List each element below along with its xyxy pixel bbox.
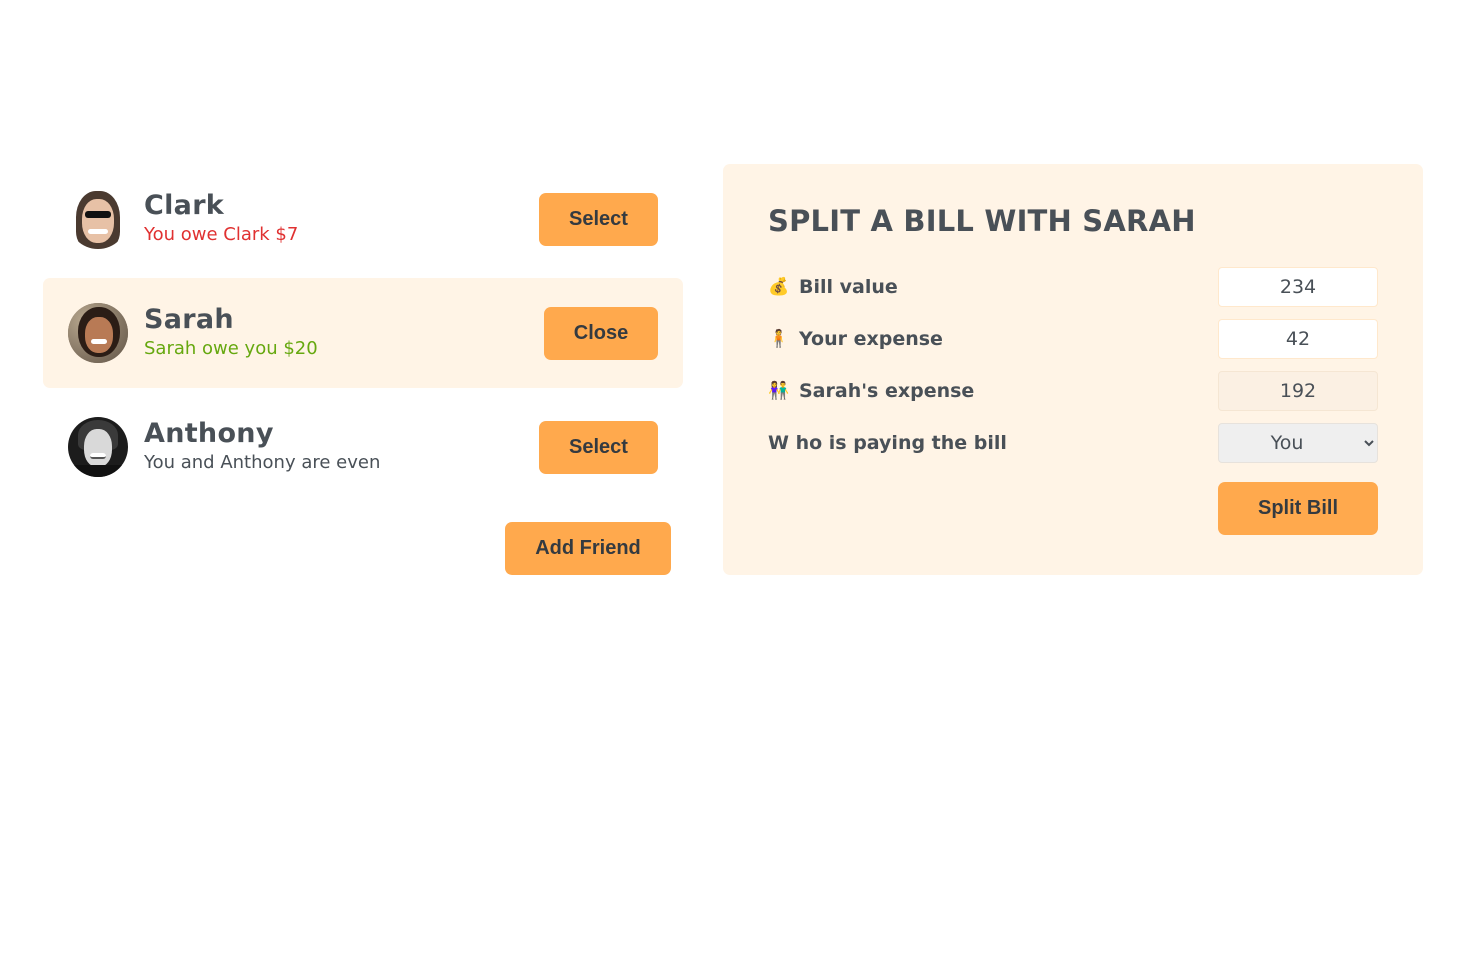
friend-name: Anthony: [144, 418, 274, 449]
avatar-clark: [68, 189, 128, 249]
friend-balance: You and Anthony are even: [144, 452, 381, 473]
your-expense-label: 🧍 Your expense: [768, 319, 943, 359]
friend-balance: You owe Clark $7: [144, 224, 299, 245]
split-bill-title: SPLIT A BILL WITH SARAH: [768, 204, 1196, 238]
your-expense-row: 🧍 Your expense: [768, 319, 1378, 359]
bill-value-label: 💰 Bill value: [768, 267, 898, 307]
friend-balance: Sarah owe you $20: [144, 338, 318, 359]
bill-value-row: 💰 Bill value: [768, 267, 1378, 307]
friend-item-sarah: Sarah Sarah owe you $20 Close: [43, 278, 683, 388]
avatar-anthony: [68, 417, 128, 477]
your-expense-text: Your expense: [799, 328, 943, 350]
friend-item-clark: Clark You owe Clark $7 Select: [43, 164, 683, 274]
friend-info: Anthony You and Anthony are even: [144, 419, 380, 475]
money-bag-icon: 💰: [768, 277, 790, 297]
your-expense-input[interactable]: [1218, 319, 1378, 359]
bill-value-input[interactable]: [1218, 267, 1378, 307]
friend-name: Sarah: [144, 304, 234, 335]
app-root: Clark You owe Clark $7 Select Sarah Sara…: [0, 0, 1466, 966]
friend-expense-label: 👫 Sarah's expense: [768, 371, 974, 411]
friend-info: Sarah Sarah owe you $20: [144, 305, 318, 361]
add-friend-button[interactable]: Add Friend: [505, 522, 671, 575]
person-standing-icon: 🧍: [768, 329, 790, 349]
friends-list: Clark You owe Clark $7 Select Sarah Sara…: [43, 164, 683, 502]
friend-name: Clark: [144, 190, 225, 221]
select-anthony-button[interactable]: Select: [539, 421, 658, 474]
split-bill-button[interactable]: Split Bill: [1218, 482, 1378, 535]
couple-icon: 👫: [768, 381, 790, 401]
friend-expense-input: [1218, 371, 1378, 411]
friend-item-anthony: Anthony You and Anthony are even Select: [43, 392, 683, 502]
avatar-sarah: [68, 303, 128, 363]
friend-info: Clark You owe Clark $7: [144, 191, 298, 247]
bill-value-text: Bill value: [799, 276, 898, 298]
close-sarah-button[interactable]: Close: [544, 307, 658, 360]
select-clark-button[interactable]: Select: [539, 193, 658, 246]
friend-expense-text: Sarah's expense: [799, 380, 975, 402]
payer-row: W ho is paying the bill You: [768, 423, 1378, 463]
payer-select[interactable]: You: [1218, 423, 1378, 463]
friend-expense-row: 👫 Sarah's expense: [768, 371, 1378, 411]
payer-label: W ho is paying the bill: [768, 432, 1007, 454]
split-bill-form: SPLIT A BILL WITH SARAH 💰 Bill value 🧍 Y…: [723, 164, 1423, 575]
